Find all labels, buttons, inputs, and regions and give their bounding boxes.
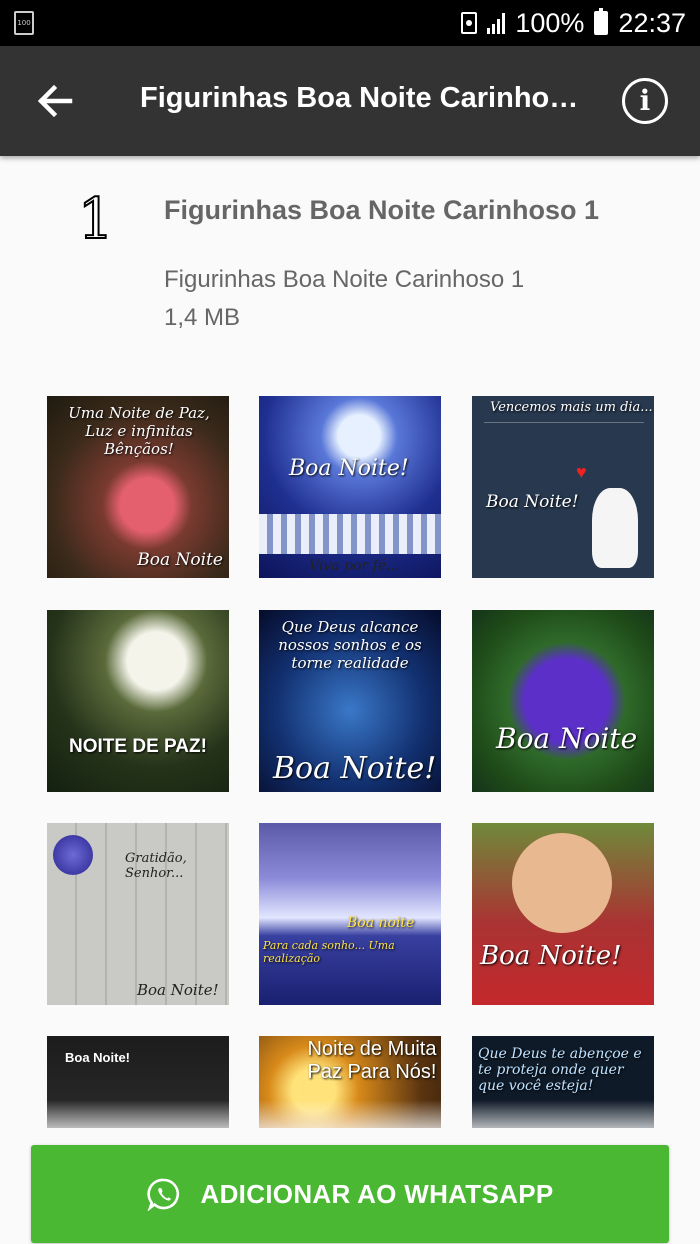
child-image bbox=[512, 833, 612, 933]
battery-saver-icon: 100 bbox=[14, 11, 34, 35]
sticker-caption: Vencemos mais um dia... bbox=[490, 400, 653, 415]
sticker-caption: Boa Noite! bbox=[480, 941, 622, 971]
sticker-item[interactable]: Uma Noite de Paz, Luz e infinitas Bênção… bbox=[47, 396, 229, 578]
pack-publisher: Figurinhas Boa Noite Carinhoso 1 bbox=[164, 266, 525, 293]
sticker-caption: Boa Noite bbox=[137, 550, 223, 570]
balustrade-image bbox=[259, 514, 441, 554]
sticker-caption: NOITE DE PAZ! bbox=[69, 736, 207, 757]
pack-name: Figurinhas Boa Noite Carinhoso 1 bbox=[164, 195, 600, 225]
sticker-grid: Uma Noite de Paz, Luz e infinitas Bênção… bbox=[0, 376, 700, 1128]
sticker-caption: Noite de Muita Paz Para Nós! bbox=[307, 1038, 437, 1083]
add-to-whatsapp-button[interactable]: ADICIONAR AO WHATSAPP bbox=[31, 1145, 669, 1243]
pack-size: 1,4 MB bbox=[164, 304, 241, 331]
sticker-caption: Que Deus te abençoe e te proteja onde qu… bbox=[478, 1046, 642, 1094]
sticker-item[interactable]: Boa noite Para cada sonho... Uma realiza… bbox=[259, 823, 441, 1005]
battery-icon bbox=[594, 8, 609, 35]
battery-percent: 100% bbox=[515, 7, 585, 38]
back-arrow-icon[interactable] bbox=[30, 76, 80, 126]
sticker-caption: Boa noite bbox=[347, 915, 415, 931]
add-button-label: ADICIONAR AO WHATSAPP bbox=[200, 1178, 554, 1209]
status-bar: 100 100% 22:37 bbox=[0, 0, 700, 46]
sticker-caption: Boa Noite! bbox=[65, 1050, 130, 1065]
sticker-item[interactable]: Boa Noite bbox=[472, 610, 654, 792]
sticker-caption: Viva por fé... bbox=[309, 558, 400, 574]
sticker-caption: Para cada sonho... Uma realização bbox=[263, 939, 395, 965]
sticker-caption: Boa Noite bbox=[496, 722, 638, 755]
sim-card-icon bbox=[461, 12, 478, 34]
sticker-caption: Boa Noite! bbox=[137, 981, 219, 999]
whatsapp-icon bbox=[146, 1178, 179, 1211]
sticker-item[interactable]: Boa Noite! bbox=[472, 823, 654, 1005]
flower-image bbox=[53, 835, 93, 875]
page-title: Figurinhas Boa Noite Carinhoso... bbox=[140, 82, 580, 114]
app-bar: Figurinhas Boa Noite Carinhoso... i bbox=[0, 46, 700, 156]
sticker-caption: Uma Noite de Paz, Luz e infinitas Bênção… bbox=[68, 404, 210, 458]
sticker-caption: Gratidão, Senhor... bbox=[125, 851, 187, 881]
sticker-item[interactable]: Gratidão, Senhor... Boa Noite! bbox=[47, 823, 229, 1005]
signal-icon bbox=[487, 12, 506, 34]
heart-icon: ♥ bbox=[576, 462, 587, 482]
sticker-caption: Boa Noite! bbox=[486, 492, 579, 512]
sticker-caption: Boa Noite! bbox=[273, 751, 437, 786]
snoopy-image bbox=[592, 488, 638, 568]
sticker-item[interactable]: Boa Noite! Viva por fé... bbox=[259, 396, 441, 578]
sticker-item[interactable]: Vencemos mais um dia... ♥ Boa Noite! bbox=[472, 396, 654, 578]
sticker-caption: Que Deus alcance nossos sonhos e os torn… bbox=[278, 618, 422, 672]
clock: 22:37 bbox=[618, 7, 686, 38]
sticker-caption: Boa Noite! bbox=[289, 456, 409, 481]
sticker-item[interactable]: Que Deus alcance nossos sonhos e os torn… bbox=[259, 610, 441, 792]
sticker-item[interactable]: NOITE DE PAZ! bbox=[47, 610, 229, 792]
tray-icon: 1 bbox=[77, 187, 115, 252]
info-icon[interactable]: i bbox=[622, 78, 668, 124]
